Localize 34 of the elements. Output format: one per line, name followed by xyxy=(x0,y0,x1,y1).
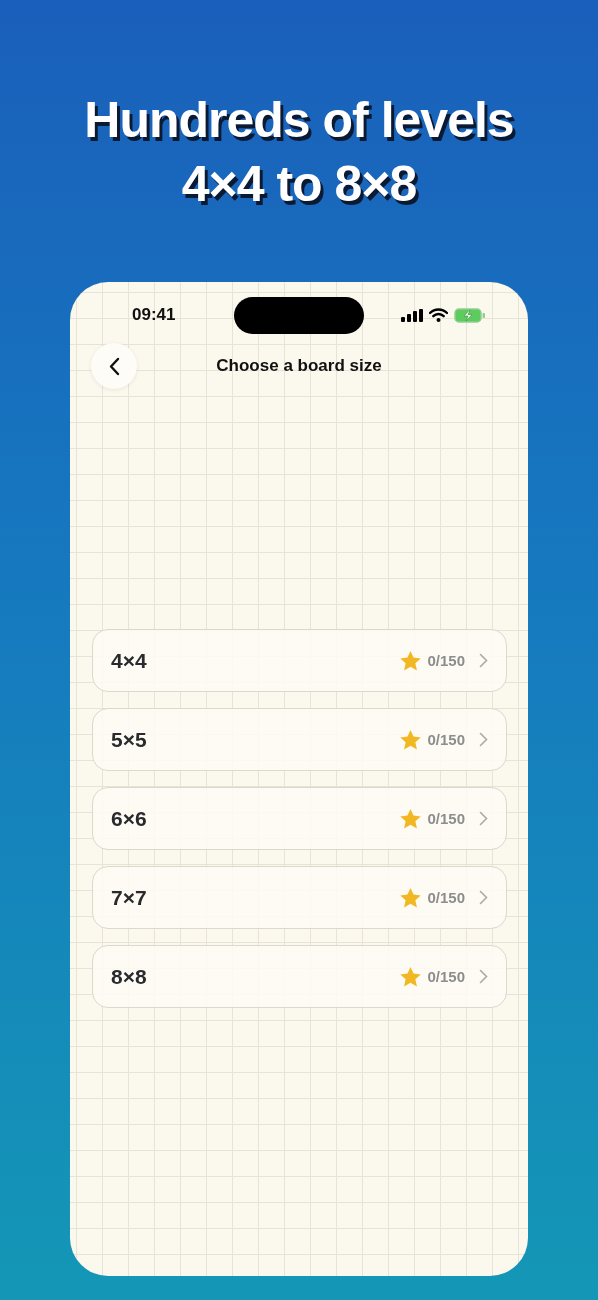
chevron-right-icon xyxy=(479,811,488,826)
progress-count: 0/150 xyxy=(427,810,465,827)
headline-text: Hundreds of levels xyxy=(84,91,514,150)
star-icon xyxy=(400,650,422,671)
board-size-label: 6×6 xyxy=(111,806,147,831)
board-size-row[interactable]: 5×5 0/150 xyxy=(92,708,507,771)
chevron-right-icon xyxy=(479,890,488,905)
status-time: 09:41 xyxy=(132,305,177,325)
board-size-label: 7×7 xyxy=(111,885,147,910)
headline-text: 4×4 to 8×8 xyxy=(181,155,417,214)
board-size-label: 4×4 xyxy=(111,648,147,673)
progress-count: 0/150 xyxy=(427,968,465,985)
board-size-label: 8×8 xyxy=(111,964,147,989)
back-icon xyxy=(108,356,120,376)
wifi-icon xyxy=(429,308,448,322)
board-size-label: 5×5 xyxy=(111,727,147,752)
star-icon xyxy=(400,966,422,987)
chevron-right-icon xyxy=(479,732,488,747)
star-icon xyxy=(400,808,422,829)
star-icon xyxy=(400,887,422,908)
battery-icon xyxy=(454,307,486,323)
progress-count: 0/150 xyxy=(427,889,465,906)
board-size-row[interactable]: 4×4 0/150 xyxy=(92,629,507,692)
board-size-row[interactable]: 8×8 0/150 xyxy=(92,945,507,1008)
screen-title: Choose a board size xyxy=(215,356,383,376)
board-size-row[interactable]: 7×7 0/150 xyxy=(92,866,507,929)
board-size-row[interactable]: 6×6 0/150 xyxy=(92,787,507,850)
chevron-right-icon xyxy=(479,969,488,984)
progress-count: 0/150 xyxy=(427,731,465,748)
star-icon xyxy=(400,729,422,750)
back-button[interactable] xyxy=(91,343,137,389)
progress-count: 0/150 xyxy=(427,652,465,669)
signal-icon xyxy=(401,308,423,322)
chevron-right-icon xyxy=(479,653,488,668)
